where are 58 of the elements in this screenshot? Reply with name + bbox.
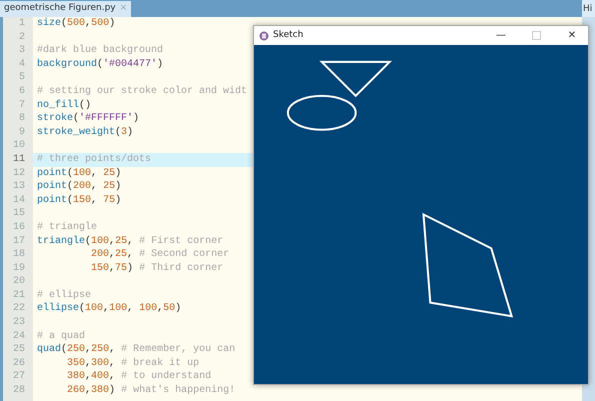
code-line: point(200, 25)	[36, 180, 122, 194]
code-line: # a quad	[36, 330, 86, 344]
code-line: 200,25, # Second corner	[90, 248, 230, 262]
minimize-button[interactable]: —	[485, 30, 517, 40]
line-number: 7	[18, 98, 26, 112]
line-number: 20	[12, 275, 26, 289]
code-line: point(150, 75)	[36, 194, 122, 208]
line-number: 26	[12, 356, 26, 370]
line-number: 13	[12, 180, 26, 194]
code-line: # ellipse	[36, 288, 92, 302]
code-line: 350,300, # break it up	[66, 356, 200, 370]
line-number: 9	[18, 126, 26, 140]
code-line: stroke_weight(3)	[36, 126, 134, 140]
code-line: background('#004477')	[36, 58, 164, 72]
line-number: 10	[12, 139, 26, 153]
line-number: 22	[12, 302, 26, 316]
code-line: 150,75) # Third corner	[90, 262, 224, 276]
code-line: #dark blue background	[36, 44, 164, 58]
code-line: ellipse(100,100, 100,50)	[36, 302, 182, 316]
app-icon	[259, 30, 269, 40]
code-line: # triangle	[36, 220, 98, 234]
code-line: # setting our stroke color and widt	[36, 84, 248, 99]
code-line: triangle(100,25, # First corner	[36, 234, 224, 248]
ellipse-shape	[286, 94, 357, 131]
close-button[interactable]: ✕	[556, 30, 588, 40]
line-number: 12	[12, 166, 26, 180]
line-number: 25	[12, 343, 26, 357]
code-line: size(500,500)	[36, 17, 116, 31]
code-line: quad(250,250, # Remember, you can	[36, 343, 236, 357]
line-number: 8	[18, 112, 26, 126]
line-number: 4	[18, 58, 26, 72]
line-number: 17	[12, 234, 26, 248]
line-number: 6	[18, 84, 26, 99]
line-number: 21	[12, 288, 26, 302]
line-number: 3	[18, 44, 26, 58]
code-line: no_fill()	[36, 98, 92, 112]
line-number: 27	[12, 370, 26, 384]
editor-tab[interactable]: geometrische Figuren.py ×	[0, 1, 132, 17]
tab-label: geometrische Figuren.py	[4, 2, 116, 16]
line-number: 15	[12, 207, 26, 221]
line-number: 16	[12, 220, 26, 234]
line-number: 23	[12, 316, 26, 330]
code-line: 260,380) # what's happening!	[66, 384, 236, 398]
code-line: 380,400, # to understand	[66, 370, 212, 384]
line-number: 24	[12, 330, 26, 344]
line-number: 11	[12, 152, 26, 167]
code-line: point(100, 25)	[36, 166, 122, 180]
line-number: 14	[12, 194, 26, 208]
line-number: 1	[18, 17, 26, 31]
side-panel-tab[interactable]: Hi	[582, 0, 595, 17]
window-title: Sketch	[273, 28, 304, 42]
line-number: 5	[18, 71, 26, 85]
line-number: 18	[12, 248, 26, 262]
code-line: stroke('#FFFFFF')	[36, 112, 140, 126]
line-number: 28	[12, 384, 26, 398]
line-number: 2	[18, 30, 26, 44]
line-number: 19	[12, 262, 26, 276]
maximize-button[interactable]	[532, 31, 541, 40]
